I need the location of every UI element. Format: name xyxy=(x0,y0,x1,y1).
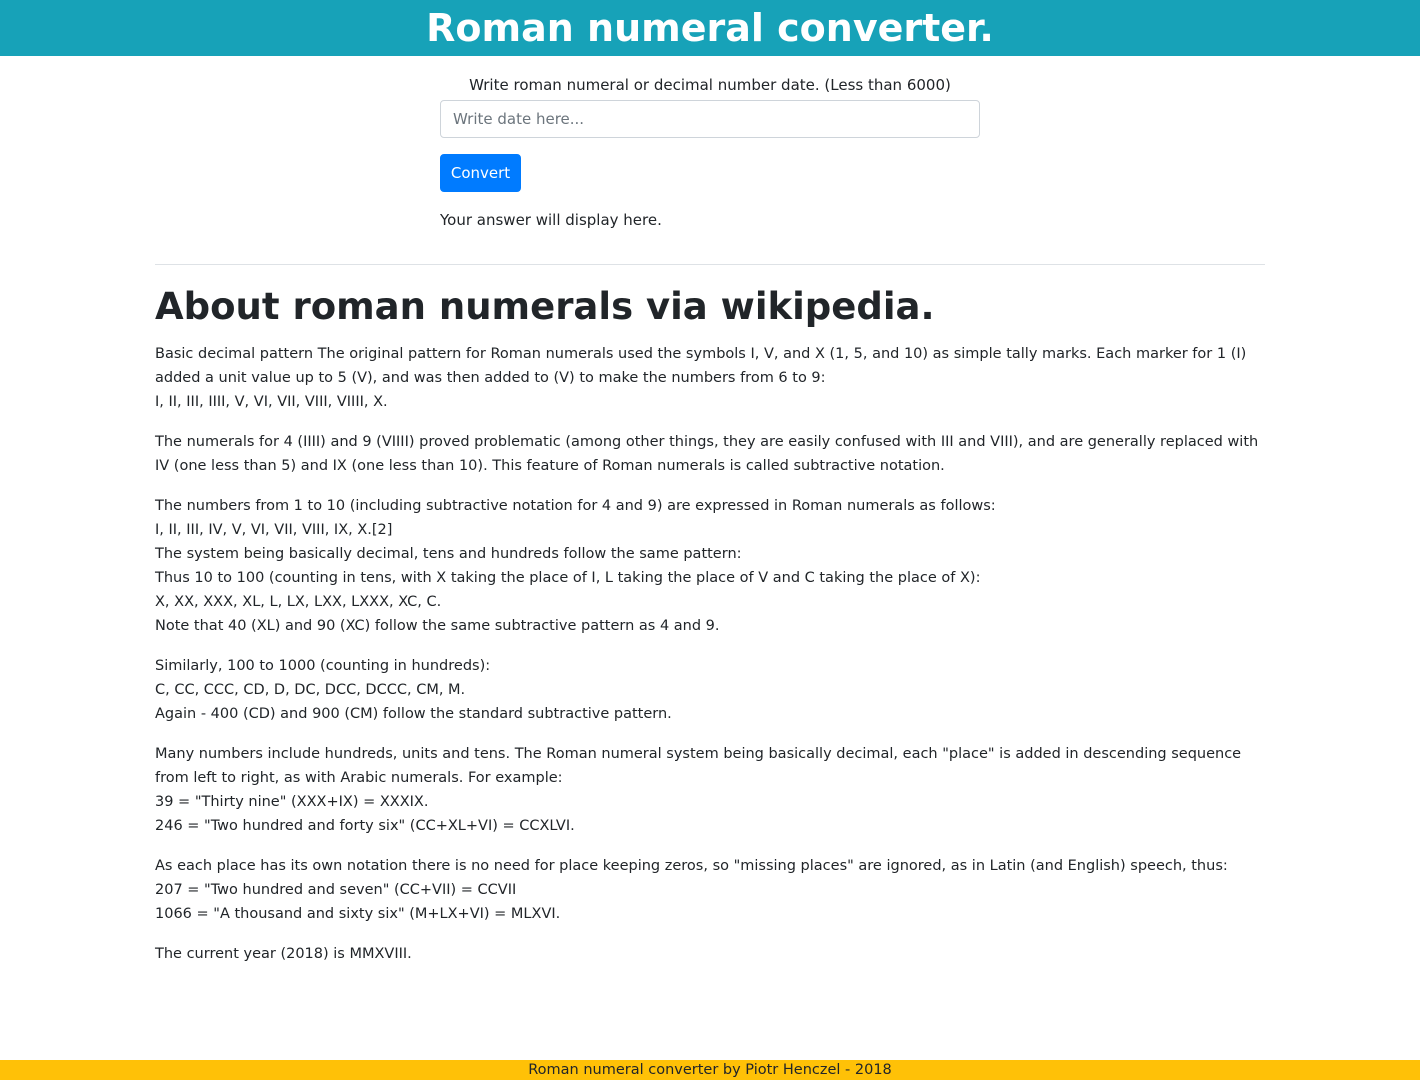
paragraph-line: I, II, III, IV, V, VI, VII, VIII, IX, X.… xyxy=(155,522,393,538)
paragraph-line: 246 = "Two hundred and forty six" (CC+XL… xyxy=(155,818,575,834)
footer: Roman numeral converter by Piotr Henczel… xyxy=(0,1060,1420,1080)
paragraph-line: As each place has its own notation there… xyxy=(155,858,1228,874)
about-paragraph: Many numbers include hundreds, units and… xyxy=(155,742,1265,838)
paragraph-line: 39 = "Thirty nine" (XXX+IX) = XXXIX. xyxy=(155,794,429,810)
paragraph-line: Basic decimal pattern The original patte… xyxy=(155,346,1247,386)
paragraph-line: The numbers from 1 to 10 (including subt… xyxy=(155,498,996,514)
paragraph-line: Again - 400 (CD) and 900 (CM) follow the… xyxy=(155,706,672,722)
paragraph-line: Many numbers include hundreds, units and… xyxy=(155,746,1242,786)
about-paragraph: The current year (2018) is MMXVIII. xyxy=(155,942,1265,966)
about-paragraph: Similarly, 100 to 1000 (counting in hund… xyxy=(155,654,1265,726)
about-section: About roman numerals via wikipedia. Basi… xyxy=(155,282,1265,982)
paragraph-line: Note that 40 (XL) and 90 (XC) follow the… xyxy=(155,618,720,634)
paragraph-line: Thus 10 to 100 (counting in tens, with X… xyxy=(155,570,981,586)
about-title: About roman numerals via wikipedia. xyxy=(155,285,935,328)
footer-text: Roman numeral converter by Piotr Henczel… xyxy=(528,1062,892,1078)
paragraph-line: X, XX, XXX, XL, L, LX, LXX, LXXX, XC, C. xyxy=(155,594,442,610)
paragraph-line: The system being basically decimal, tens… xyxy=(155,546,742,562)
header-bar: Roman numeral converter. xyxy=(0,0,1420,56)
date-input[interactable] xyxy=(440,100,980,138)
paragraph-line: 1066 = "A thousand and sixty six" (M+LX+… xyxy=(155,906,561,922)
about-paragraph: Basic decimal pattern The original patte… xyxy=(155,342,1265,414)
input-label: Write roman numeral or decimal number da… xyxy=(469,76,951,94)
convert-button[interactable]: Convert xyxy=(440,154,521,192)
paragraph-line: C, CC, CCC, CD, D, DC, DCC, DCCC, CM, M. xyxy=(155,682,466,698)
paragraph-line: The numerals for 4 (IIII) and 9 (VIIII) … xyxy=(155,434,1259,474)
about-paragraph: As each place has its own notation there… xyxy=(155,854,1265,926)
answer-text: Your answer will display here. xyxy=(440,211,662,229)
paragraph-line: I, II, III, IIII, V, VI, VII, VIII, VIII… xyxy=(155,394,388,410)
about-paragraph: The numbers from 1 to 10 (including subt… xyxy=(155,494,1265,638)
paragraph-line: Similarly, 100 to 1000 (counting in hund… xyxy=(155,658,491,674)
about-paragraph: The numerals for 4 (IIII) and 9 (VIIII) … xyxy=(155,430,1265,478)
page: Roman numeral converter. Write roman num… xyxy=(0,0,1420,1080)
paragraph-line: 207 = "Two hundred and seven" (CC+VII) =… xyxy=(155,882,517,898)
paragraph-line: The current year (2018) is MMXVIII. xyxy=(155,946,412,962)
section-divider xyxy=(155,264,1265,265)
page-title: Roman numeral converter. xyxy=(426,6,994,50)
